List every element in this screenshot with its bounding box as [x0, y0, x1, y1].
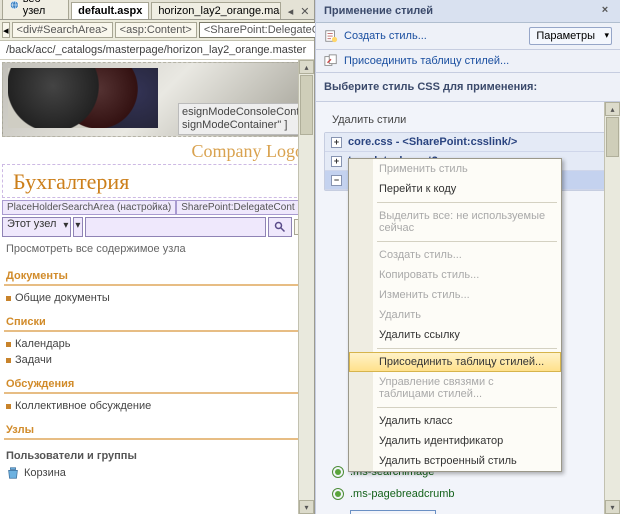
clear-styles-link[interactable]: Удалить стили: [324, 108, 612, 132]
search-scope-dropdown[interactable]: Этот узел: [2, 217, 71, 237]
tab-scroll-left[interactable]: ◂: [283, 3, 297, 19]
tab-website[interactable]: веб-узел: [2, 0, 69, 19]
globe-icon: [9, 0, 20, 11]
create-style-link[interactable]: Создать стиль...: [344, 30, 427, 42]
nav-item-tasks[interactable]: Задачи: [0, 352, 314, 368]
nav-item-shared-docs[interactable]: Общие документы: [0, 290, 314, 306]
expander-icon[interactable]: +: [331, 137, 342, 148]
nav-group-lists: Списки: [0, 306, 314, 330]
context-menu-item[interactable]: Присоединить таблицу стилей...: [349, 352, 561, 372]
expander-icon[interactable]: −: [331, 175, 342, 186]
panel-scrollbar[interactable]: ▴ ▾: [604, 102, 620, 514]
radio-icon: [332, 466, 344, 478]
search-scope-dropdown-arrow[interactable]: [73, 217, 83, 237]
panel-title-bar: Применение стилей ×: [316, 0, 620, 23]
context-menu-item[interactable]: Перейти к коду: [349, 179, 561, 199]
context-menu-item: Выделить все: не используемые сейчас: [349, 206, 561, 238]
context-menu-item[interactable]: Удалить идентификатор: [349, 431, 561, 451]
recycle-bin-icon: [6, 466, 20, 480]
selector-pagebreadcrumb[interactable]: .ms-pagebreadcrumb: [330, 483, 606, 505]
company-logo-text: Company Logo: [0, 139, 314, 164]
tab-close[interactable]: ✕: [298, 3, 312, 19]
tab-label: horizon_lay2_orange.master: [158, 5, 281, 17]
panel-close-button[interactable]: ×: [598, 4, 612, 18]
context-menu-item: Изменить стиль...: [349, 285, 561, 305]
breadcrumb-seg-2[interactable]: <asp:Content>: [115, 22, 197, 38]
recycle-bin-link[interactable]: Корзина: [0, 464, 314, 482]
designer-scrollbar[interactable]: ▴ ▾: [298, 60, 314, 514]
breadcrumb-seg-1[interactable]: <div#SearchArea>: [12, 22, 113, 38]
context-menu-item: Копировать стиль...: [349, 265, 561, 285]
new-style-icon: [324, 29, 338, 43]
nav-item-calendar[interactable]: Календарь: [0, 336, 314, 352]
panel-toolbar-2: Присоединить таблицу стилей...: [316, 50, 620, 73]
header-banner-image: esignModeConsoleContainer signModeContai…: [2, 62, 312, 137]
context-menu-item: Создать стиль...: [349, 245, 561, 265]
context-menu-item: Удалить: [349, 305, 561, 325]
search-input[interactable]: [85, 217, 266, 237]
attach-stylesheet-icon: [324, 54, 338, 68]
users-and-groups-link[interactable]: Пользователи и группы: [0, 444, 314, 464]
expander-icon[interactable]: +: [331, 156, 342, 167]
panel-toolbar: Создать стиль... Параметры: [316, 23, 620, 50]
design-surface: esignModeConsoleContainer signModeContai…: [0, 60, 314, 514]
page-title: Бухгалтерия: [2, 164, 312, 198]
placeholder-delegate-control[interactable]: SharePoint:DelegateCont: [176, 200, 312, 215]
nav-item-team-discussion[interactable]: Коллективное обсуждение: [0, 398, 314, 414]
context-menu-item: Применить стиль: [349, 159, 561, 179]
nav-group-discussions: Обсуждения: [0, 368, 314, 392]
tab-master[interactable]: horizon_lay2_orange.master: [151, 2, 281, 19]
search-go-button[interactable]: [268, 217, 292, 237]
attach-stylesheet-link[interactable]: Присоединить таблицу стилей...: [344, 55, 509, 67]
options-button[interactable]: Параметры: [529, 27, 612, 45]
tab-default-aspx[interactable]: default.aspx: [71, 2, 149, 19]
document-tabs: веб-узел default.aspx horizon_lay2_orang…: [0, 0, 314, 20]
tab-label: default.aspx: [78, 5, 142, 17]
context-menu-item[interactable]: Удалить класс: [349, 411, 561, 431]
context-menu-item[interactable]: Удалить встроенный стиль: [349, 451, 561, 471]
context-menu-item: Управление связями с таблицами стилей...: [349, 372, 561, 404]
magnifier-icon: [274, 221, 286, 233]
context-menu-item[interactable]: Удалить ссылку: [349, 325, 561, 345]
radio-icon: [332, 488, 344, 500]
css-file-core[interactable]: + core.css - <SharePoint:csslink/>: [325, 133, 611, 152]
tab-label: веб-узел: [23, 0, 62, 17]
selector-searchbox[interactable]: .ms-searchbox: [330, 505, 606, 514]
panel-title: Применение стилей: [324, 5, 433, 17]
context-menu: Применить стильПерейти к коду Выделить вс…: [348, 158, 562, 472]
choose-style-label: Выберите стиль CSS для применения:: [316, 73, 620, 102]
breadcrumb-prev[interactable]: ◂: [2, 22, 10, 38]
nav-group-documents: Документы: [0, 260, 314, 284]
design-mode-label: esignModeConsoleContainer signModeContai…: [178, 103, 314, 135]
file-path: /back/acc/_catalogs/masterpage/horizon_l…: [0, 41, 314, 60]
nav-group-sites: Узлы: [0, 414, 314, 438]
sidebar-nav: Документы Общие документы Списки Календа…: [0, 260, 314, 482]
breadcrumb-bar: ◂ <div#SearchArea> <asp:Content> <ShareP…: [0, 20, 314, 41]
view-all-content-link[interactable]: Просмотреть все содержимое узла: [0, 239, 314, 260]
placeholder-search-area[interactable]: PlaceHolderSearchArea (настройка): [2, 200, 176, 215]
